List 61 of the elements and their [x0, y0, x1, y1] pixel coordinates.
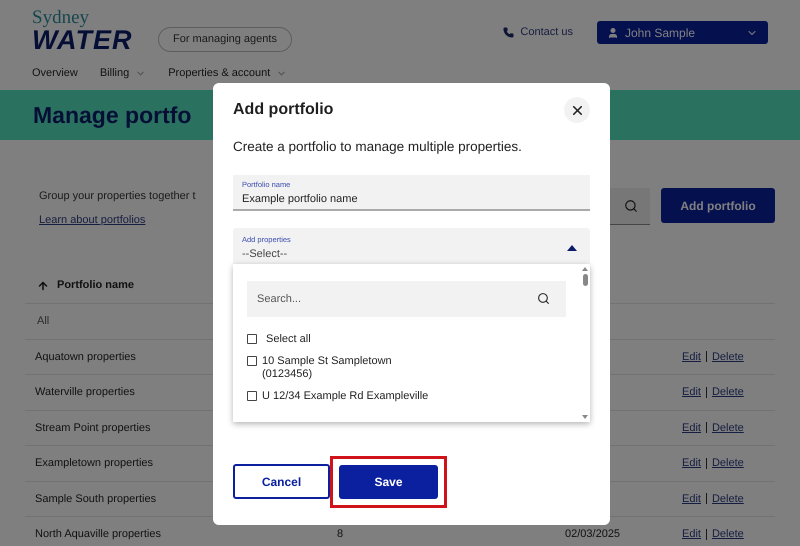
- edit-link[interactable]: Edit: [682, 384, 701, 400]
- property-option[interactable]: 10 Sample St Sampletown (0123456): [247, 355, 566, 382]
- sort-arrow-icon: [37, 280, 49, 292]
- close-button[interactable]: [564, 97, 590, 123]
- scroll-down-icon[interactable]: [582, 415, 588, 420]
- logo-wordmark: WATER: [32, 27, 134, 54]
- caret-up-icon: [567, 245, 577, 252]
- option-label: 10 Sample St Sampletown: [262, 355, 392, 368]
- user-menu-button[interactable]: John Sample: [597, 21, 768, 44]
- table-cell-text: Sample South properties: [35, 492, 156, 506]
- account-number: (0123456): [262, 368, 314, 382]
- phone-icon: [503, 27, 514, 38]
- dropdown-search-field[interactable]: Search...: [247, 281, 566, 318]
- intro-text: Group your properties together t: [39, 189, 196, 204]
- scroll-up-icon[interactable]: [582, 267, 588, 272]
- contact-link[interactable]: Contact us: [503, 24, 573, 41]
- table-cell-text: Stream Point properties: [35, 420, 151, 436]
- delete-link[interactable]: Delete: [712, 490, 744, 507]
- nav-item[interactable]: Billing: [100, 65, 146, 82]
- table-cell-text: North Aquaville properties: [35, 527, 161, 542]
- table-cell-text: Waterville properties: [35, 385, 135, 400]
- nav-item[interactable]: Properties & account: [168, 65, 288, 82]
- option-label: Select all: [266, 333, 311, 346]
- property-option[interactable]: U 12/34 Example Rd Exampleville: [247, 390, 566, 404]
- table-cell-text: All: [36, 314, 50, 329]
- dialog-title: Add portfolio: [233, 100, 334, 120]
- table-cell-text: Exampletown properties: [35, 456, 154, 471]
- dialog-description: Create a portfolio to manage multiple properties.: [233, 138, 523, 156]
- table-cell-text: 02/03/2025: [565, 527, 620, 542]
- table-cell-text: Aquatown properties: [35, 350, 136, 364]
- edit-link[interactable]: Edit: [682, 455, 701, 472]
- edit-link[interactable]: Edit: [682, 420, 701, 436]
- field-value: --Select--: [242, 246, 288, 262]
- audience-pill: For managing agents: [158, 27, 292, 52]
- delete-link[interactable]: Delete: [712, 384, 744, 400]
- page-title: Manage portfo: [33, 100, 192, 130]
- save-button[interactable]: Save: [339, 464, 438, 498]
- scroll-thumb[interactable]: [582, 274, 588, 286]
- logo-wordmark-top: Sydney: [32, 8, 90, 27]
- checkbox[interactable]: [247, 391, 257, 402]
- nav-item[interactable]: Overview: [32, 65, 78, 82]
- add-portfolio-button[interactable]: Add portfolio: [661, 188, 775, 223]
- delete-link[interactable]: Delete: [712, 526, 744, 542]
- delete-link[interactable]: Delete: [712, 455, 744, 472]
- user-icon: [607, 26, 619, 38]
- edit-link[interactable]: Edit: [682, 526, 701, 542]
- delete-link[interactable]: Delete: [712, 420, 744, 436]
- checkbox[interactable]: [247, 356, 257, 366]
- column-header[interactable]: Portfolio name: [57, 277, 134, 294]
- option-label: U 12/34 Example Rd Exampleville: [262, 390, 428, 404]
- property-option[interactable]: Select all: [247, 333, 566, 346]
- edit-link[interactable]: Edit: [682, 490, 701, 507]
- search-icon: [624, 199, 638, 213]
- learn-link[interactable]: Learn about portfolios: [39, 212, 196, 228]
- field-value: Example portfolio name: [242, 192, 359, 206]
- search-icon: [537, 292, 550, 306]
- checkbox[interactable]: [247, 334, 257, 344]
- cancel-button[interactable]: Cancel: [233, 464, 330, 499]
- edit-link[interactable]: Edit: [682, 348, 701, 365]
- table-cell-text: 8: [337, 527, 344, 542]
- delete-link[interactable]: Delete: [712, 348, 744, 365]
